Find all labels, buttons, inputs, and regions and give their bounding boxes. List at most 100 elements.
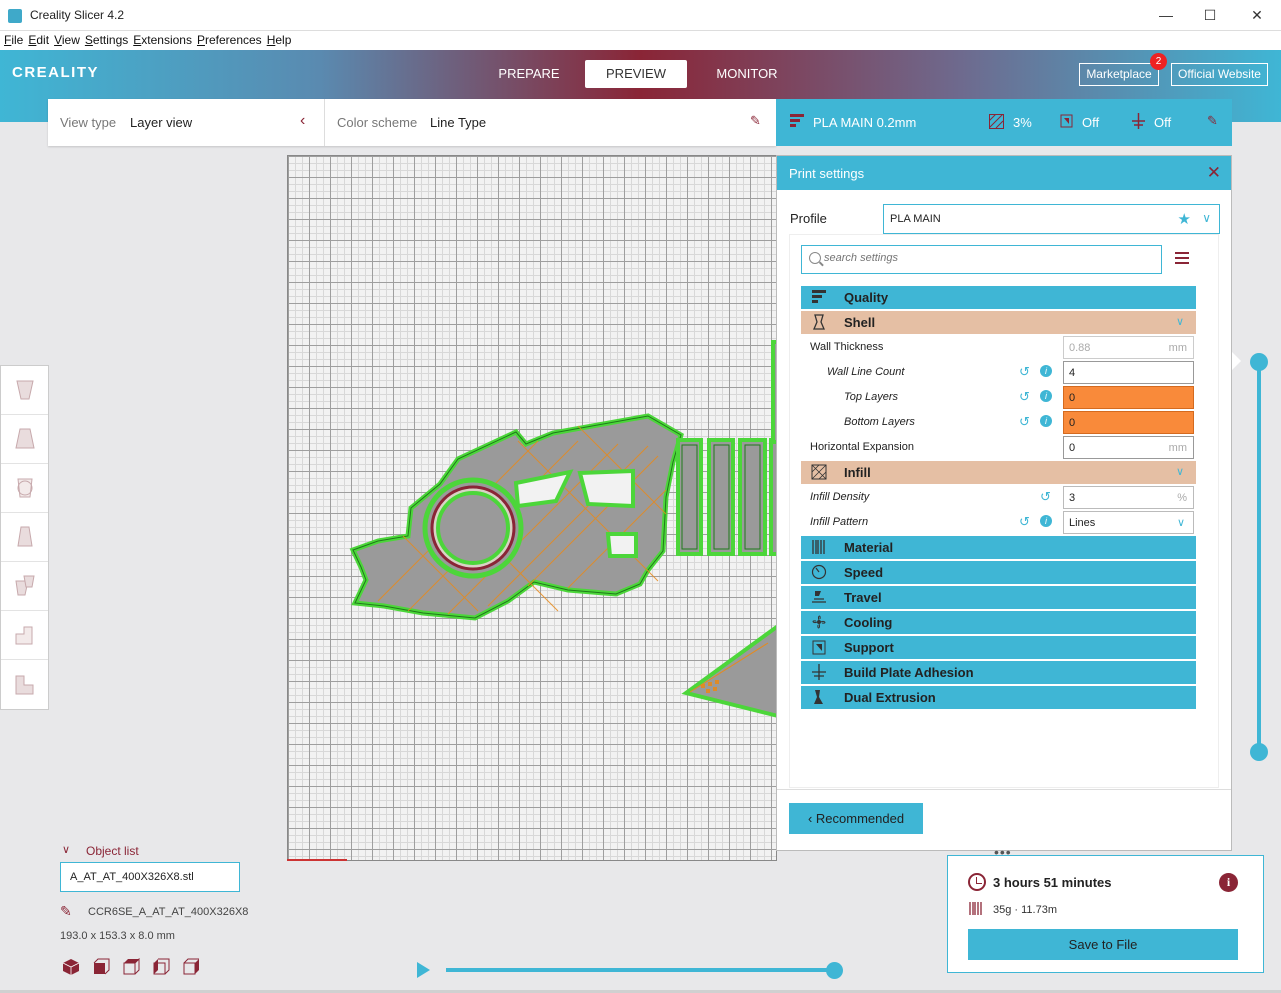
category-quality[interactable]: Quality xyxy=(801,286,1196,309)
top-view-icon[interactable] xyxy=(122,958,140,976)
wall-thickness-input: 0.88 mm xyxy=(1063,336,1194,359)
reset-icon[interactable]: ↺ xyxy=(1040,489,1051,505)
mirror-icon xyxy=(16,526,33,547)
per-model-settings-icon xyxy=(14,575,35,596)
view-options-bar: View type Layer view ‹ Color scheme Line… xyxy=(48,99,776,146)
layer-slider-track[interactable] xyxy=(1257,362,1261,752)
pencil-icon[interactable]: ✎ xyxy=(750,113,761,129)
mirror-tool-button[interactable] xyxy=(1,513,48,562)
layer-tool-button[interactable] xyxy=(1,660,48,709)
menu-settings[interactable]: Settings xyxy=(84,31,132,50)
scale-tool-button[interactable] xyxy=(1,415,48,464)
simulation-slider-track[interactable] xyxy=(446,968,834,972)
build-plate-viewport[interactable] xyxy=(287,155,777,861)
print-profile-bar[interactable]: PLA MAIN 0.2mm 3% Off Off ✎ xyxy=(776,99,1232,146)
search-input[interactable] xyxy=(824,252,1144,264)
dual-extrusion-icon xyxy=(814,690,823,704)
info-icon[interactable]: i xyxy=(1040,390,1052,402)
category-shell[interactable]: Shell ∨ xyxy=(801,311,1196,334)
category-support[interactable]: Support xyxy=(801,636,1196,659)
reset-icon[interactable]: ↺ xyxy=(1019,389,1030,405)
tab-preview[interactable]: PREVIEW xyxy=(585,60,687,88)
bottom-layers-input[interactable]: 0 xyxy=(1063,411,1194,434)
object-list-item[interactable]: A_AT_AT_400X326X8.stl xyxy=(60,862,240,892)
star-icon[interactable]: ★ xyxy=(1178,210,1191,228)
category-dual-extrusion[interactable]: Dual Extrusion xyxy=(801,686,1196,709)
tab-monitor[interactable]: MONITOR xyxy=(706,60,788,88)
per-model-settings-button[interactable] xyxy=(1,562,48,611)
setting-label: Wall Line Count xyxy=(827,366,905,378)
pencil-icon[interactable]: ✎ xyxy=(60,903,72,920)
right-view-icon[interactable] xyxy=(182,958,200,976)
wall-line-count-input[interactable]: 4 xyxy=(1063,361,1194,384)
support-blocker-button[interactable] xyxy=(1,611,48,660)
infill-density-input[interactable]: 3 % xyxy=(1063,486,1194,509)
view-type-select[interactable]: Layer view xyxy=(130,115,192,130)
reset-icon[interactable]: ↺ xyxy=(1019,414,1030,430)
save-to-file-button[interactable]: Save to File xyxy=(968,929,1238,960)
more-icon[interactable]: ••• xyxy=(994,844,1012,860)
infill-pattern-select[interactable]: Lines ∨ xyxy=(1063,511,1194,534)
maximize-button[interactable]: ☐ xyxy=(1198,4,1222,26)
setting-label: Wall Thickness xyxy=(810,341,884,353)
official-website-button[interactable]: Official Website xyxy=(1171,63,1268,86)
input-value: 0 xyxy=(1069,417,1076,429)
minimize-button[interactable]: — xyxy=(1154,4,1178,26)
category-cooling[interactable]: Cooling xyxy=(801,611,1196,634)
category-speed[interactable]: Speed xyxy=(801,561,1196,584)
clock-icon xyxy=(968,873,986,891)
top-layers-input[interactable]: 0 xyxy=(1063,386,1194,409)
horizontal-expansion-input[interactable]: 0 mm xyxy=(1063,436,1194,459)
category-label: Shell xyxy=(844,315,876,330)
info-icon[interactable]: i xyxy=(1219,873,1238,892)
info-icon[interactable]: i xyxy=(1040,365,1052,377)
camera-view-buttons xyxy=(62,958,200,976)
support-icon xyxy=(1060,114,1073,128)
move-tool-button[interactable] xyxy=(1,366,48,415)
info-icon[interactable]: i xyxy=(1040,415,1052,427)
info-icon[interactable]: i xyxy=(1040,515,1052,527)
left-view-icon[interactable] xyxy=(152,958,170,976)
rotate-icon xyxy=(16,478,33,498)
chevron-left-icon[interactable]: ‹ xyxy=(300,112,305,130)
front-view-icon[interactable] xyxy=(92,958,110,976)
color-scheme-select[interactable]: Line Type xyxy=(430,115,486,130)
pencil-icon[interactable]: ✎ xyxy=(1207,113,1218,129)
profile-value: PLA MAIN xyxy=(890,213,941,225)
print-settings-panel: Print settings ✕ Profile PLA MAIN ★ ∨ Qu… xyxy=(776,155,1232,851)
search-field[interactable] xyxy=(801,245,1162,274)
simulation-slider-handle[interactable] xyxy=(826,962,843,979)
reset-icon[interactable]: ↺ xyxy=(1019,364,1030,380)
close-icon[interactable]: ✕ xyxy=(1207,163,1221,183)
category-material[interactable]: Material xyxy=(801,536,1196,559)
menu-edit[interactable]: Edit xyxy=(27,31,53,50)
3d-view-icon[interactable] xyxy=(62,958,80,976)
marketplace-button[interactable]: Marketplace xyxy=(1079,63,1159,86)
menu-bar: File Edit View Settings Extensions Prefe… xyxy=(0,31,1281,50)
category-label: Cooling xyxy=(844,615,893,630)
reset-icon[interactable]: ↺ xyxy=(1019,514,1030,530)
profile-select[interactable]: PLA MAIN ★ ∨ xyxy=(883,204,1220,234)
layer-slider-bottom-handle[interactable] xyxy=(1250,743,1268,761)
tab-prepare[interactable]: PREPARE xyxy=(490,60,568,88)
menu-view[interactable]: View xyxy=(53,31,84,50)
category-build-plate-adhesion[interactable]: Build Plate Adhesion xyxy=(801,661,1196,684)
menu-preferences[interactable]: Preferences xyxy=(196,31,266,50)
object-name: CCR6SE_A_AT_AT_400X326X8 xyxy=(88,906,249,918)
print-settings-header: Print settings ✕ xyxy=(777,156,1231,190)
menu-file[interactable]: File xyxy=(3,31,27,50)
recommended-button[interactable]: ‹ Recommended xyxy=(789,803,923,834)
setting-horizontal-expansion: Horizontal Expansion 0 mm xyxy=(801,435,1196,460)
menu-help[interactable]: Help xyxy=(266,31,296,50)
rotate-tool-button[interactable] xyxy=(1,464,48,513)
settings-visibility-menu-icon[interactable] xyxy=(1175,252,1189,264)
left-toolbar xyxy=(0,365,49,710)
layer-slider-top-handle[interactable] xyxy=(1250,353,1268,371)
category-infill[interactable]: Infill ∨ xyxy=(801,461,1196,484)
setting-top-layers: Top Layers ↺ i 0 xyxy=(801,385,1196,410)
setting-label: Bottom Layers xyxy=(844,416,915,428)
play-icon[interactable] xyxy=(417,962,430,978)
category-travel[interactable]: Travel xyxy=(801,586,1196,609)
menu-extensions[interactable]: Extensions xyxy=(132,31,196,50)
close-window-button[interactable]: ✕ xyxy=(1245,4,1269,26)
